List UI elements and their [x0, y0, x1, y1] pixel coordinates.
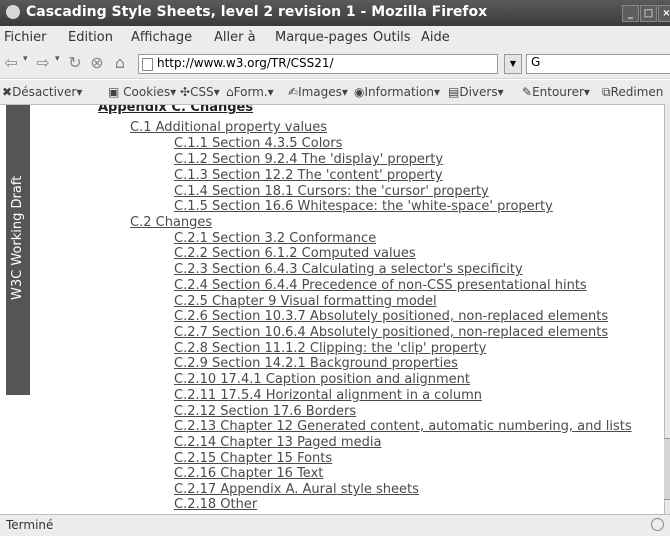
- devbar-divers-label: Divers: [459, 85, 498, 99]
- web-developer-toolbar: ✖Désactiver▾ ▣ Cookies▾ ✣CSS▾ ⌂Form.▾ ✍I…: [0, 80, 670, 105]
- page-icon: [142, 58, 153, 71]
- toc-link[interactable]: C.1.4 Section 18.1 Cursors: the 'cursor'…: [174, 184, 489, 200]
- devbar-redimensionner[interactable]: ⧉Redimen: [602, 85, 663, 100]
- chevron-down-icon: ▾: [267, 85, 274, 99]
- forward-icon[interactable]: ⇨: [34, 54, 52, 72]
- menu-marque-pages[interactable]: Marque-pages: [275, 30, 368, 45]
- chevron-down-icon: ▾: [583, 85, 590, 99]
- toc-link[interactable]: C.2.16 Chapter 16 Text: [174, 466, 323, 482]
- menu-edition[interactable]: Edition: [68, 30, 113, 45]
- toc-link[interactable]: C.1 Additional property values: [130, 120, 327, 136]
- scrollbar-thumb[interactable]: [664, 438, 670, 500]
- firefox-icon: [6, 5, 20, 19]
- devbar-form[interactable]: ⌂Form.▾: [226, 85, 274, 99]
- devbar-entourer-label: Entourer: [532, 85, 584, 99]
- menu-outils[interactable]: Outils: [373, 30, 411, 45]
- url-dropdown-button[interactable]: ▼: [504, 54, 522, 74]
- toc-link[interactable]: C.2.2 Section 6.1.2 Computed values: [174, 246, 416, 262]
- toc-link[interactable]: C.2.4 Section 6.4.4 Precedence of non-CS…: [174, 278, 587, 294]
- devbar-cookies-label: Cookies: [123, 85, 171, 99]
- devbar-images-label: Images: [298, 85, 342, 99]
- page-content: W3C Working Draft Appendix C. Changes C.…: [0, 105, 664, 513]
- working-draft-tag: W3C Working Draft: [6, 105, 30, 395]
- toc-link[interactable]: C.2.8 Section 11.1.2 Clipping: the 'clip…: [174, 341, 486, 357]
- toc-link[interactable]: C.2.11 17.5.4 Horizontal alignment in a …: [174, 388, 482, 404]
- devbar-divers[interactable]: ▤Divers▾: [448, 85, 504, 99]
- toc-link[interactable]: C.2.17 Appendix A. Aural style sheets: [174, 482, 419, 498]
- devbar-redimensionner-label: Redimen: [610, 85, 664, 99]
- appendix-heading[interactable]: Appendix C. Changes: [98, 105, 253, 116]
- misc-icon: ▤: [448, 85, 460, 99]
- toc-link[interactable]: C.2.14 Chapter 13 Paged media: [174, 435, 381, 451]
- toc-link[interactable]: C.1.1 Section 4.3.5 Colors: [174, 136, 342, 152]
- maximize-button[interactable]: □: [640, 5, 657, 22]
- status-text: Terminé: [6, 518, 54, 532]
- toc-link[interactable]: C.2.6 Section 10.3.7 Absolutely position…: [174, 309, 608, 325]
- reload-icon[interactable]: ↻: [66, 54, 84, 72]
- toc-link[interactable]: C.2.18 Other: [174, 497, 257, 513]
- toc-link[interactable]: C.2.10 17.4.1 Caption position and align…: [174, 372, 470, 388]
- outline-icon: ✎: [522, 85, 533, 99]
- disable-icon: ✖: [2, 85, 13, 99]
- menu-fichier[interactable]: Fichier: [4, 30, 47, 45]
- form-icon: ⌂: [226, 85, 234, 99]
- chevron-down-icon: ▾: [497, 85, 504, 99]
- toc-link[interactable]: C.2.13 Chapter 12 Generated content, aut…: [174, 419, 632, 435]
- home-icon[interactable]: ⌂: [111, 54, 129, 72]
- window-title: Cascading Style Sheets, level 2 revision…: [26, 4, 488, 20]
- menu-aide[interactable]: Aide: [421, 30, 450, 45]
- devbar-css-label: CSS: [190, 85, 214, 99]
- forward-dropdown-icon[interactable]: ▾: [55, 54, 60, 64]
- working-draft-label: W3C Working Draft: [10, 175, 25, 300]
- devbar-css[interactable]: ✣CSS▾: [180, 85, 220, 99]
- devbar-form-label: Form.: [233, 85, 268, 99]
- status-bar: Terminé: [0, 514, 670, 536]
- devbar-desactiver[interactable]: ✖Désactiver▾: [2, 85, 82, 99]
- url-text: http://www.w3.org/TR/CSS21/: [157, 56, 334, 70]
- toc-link[interactable]: C.1.2 Section 9.2.4 The 'display' proper…: [174, 152, 443, 168]
- chevron-down-icon: ▾: [76, 85, 83, 99]
- image-icon: ✍: [288, 85, 299, 99]
- toc-link[interactable]: C.2.3 Section 6.4.3 Calculating a select…: [174, 262, 523, 278]
- search-engine-icon[interactable]: G: [531, 55, 540, 69]
- toc-link[interactable]: C.2.12 Section 17.6 Borders: [174, 404, 356, 420]
- devbar-desactiver-label: Désactiver: [12, 85, 77, 99]
- cookie-icon: ▣: [108, 85, 120, 99]
- toc-link[interactable]: C.1.5 Section 16.6 Whitespace: the 'whit…: [174, 199, 553, 215]
- minimize-button[interactable]: _: [622, 5, 639, 22]
- stop-icon[interactable]: ⊗: [88, 54, 106, 72]
- back-dropdown-icon[interactable]: ▾: [23, 54, 28, 64]
- toc-link[interactable]: C.2.5 Chapter 9 Visual formatting model: [174, 294, 437, 310]
- devbar-information-label: Information: [364, 85, 434, 99]
- toc-link[interactable]: C.1.3 Section 12.2 The 'content' propert…: [174, 168, 443, 184]
- menu-affichage[interactable]: Affichage: [131, 30, 192, 45]
- css-icon: ✣: [180, 85, 191, 99]
- chevron-down-icon: ▾: [213, 85, 220, 99]
- toc-link[interactable]: C.2 Changes: [130, 215, 212, 231]
- window-titlebar: Cascading Style Sheets, level 2 revision…: [0, 0, 670, 26]
- toc-link[interactable]: C.2.15 Chapter 15 Fonts: [174, 451, 332, 467]
- chevron-down-icon: ▾: [433, 85, 440, 99]
- menu-aller-a[interactable]: Aller à: [214, 30, 256, 45]
- chevron-down-icon: ▾: [170, 85, 177, 99]
- close-button[interactable]: ×: [658, 5, 670, 22]
- toc-link[interactable]: C.2.9 Section 14.2.1 Background properti…: [174, 356, 458, 372]
- info-icon: ◉: [354, 85, 365, 99]
- chevron-down-icon: ▾: [341, 85, 348, 99]
- devbar-cookies[interactable]: ▣ Cookies▾: [108, 85, 176, 99]
- toc-link[interactable]: C.2.1 Section 3.2 Conformance: [174, 231, 376, 247]
- toc-link[interactable]: C.2.7 Section 10.6.4 Absolutely position…: [174, 325, 608, 341]
- menu-bar: Fichier Edition Affichage Aller à Marque…: [0, 26, 670, 48]
- back-icon[interactable]: ⇦: [2, 54, 20, 72]
- url-field[interactable]: http://www.w3.org/TR/CSS21/: [138, 54, 498, 74]
- search-input[interactable]: G: [526, 54, 670, 74]
- resize-icon: ⧉: [602, 85, 611, 99]
- status-icon: [651, 518, 664, 531]
- devbar-information[interactable]: ◉Information▾: [354, 85, 440, 99]
- devbar-entourer[interactable]: ✎Entourer▾: [522, 85, 590, 99]
- devbar-images[interactable]: ✍Images▾: [288, 85, 348, 99]
